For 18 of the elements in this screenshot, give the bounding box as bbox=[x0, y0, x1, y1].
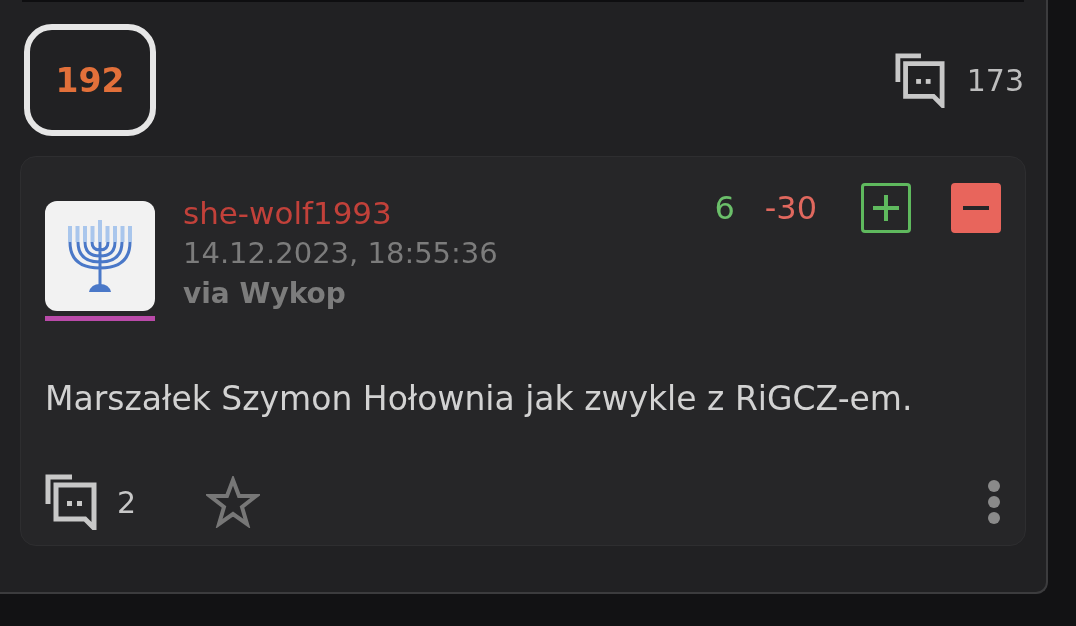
comment-source: via Wykop bbox=[183, 276, 347, 312]
star-icon[interactable] bbox=[206, 476, 261, 528]
comment-count: 173 bbox=[966, 62, 1024, 98]
plus-count: 6 bbox=[714, 189, 735, 227]
comments-icon bbox=[894, 52, 945, 108]
avatar[interactable] bbox=[45, 201, 155, 311]
minus-icon bbox=[963, 206, 989, 210]
minus-vote-button[interactable] bbox=[951, 183, 1001, 233]
plus-icon bbox=[873, 195, 899, 221]
more-icon[interactable] bbox=[987, 479, 1001, 525]
vote-count[interactable]: 192 bbox=[24, 24, 156, 136]
author-name[interactable]: she-wolf1993 bbox=[183, 193, 687, 233]
reply-count: 2 bbox=[117, 484, 137, 520]
minus-count: -30 bbox=[764, 189, 817, 227]
plus-vote-button[interactable] bbox=[861, 183, 911, 233]
comments-icon bbox=[45, 474, 97, 530]
comment-date: 14.12.2023, 18:55:36 bbox=[183, 235, 499, 272]
comment-text: Marszałek Szymon Hołownia jak zwykle z RiGCZ-em. bbox=[45, 379, 914, 418]
